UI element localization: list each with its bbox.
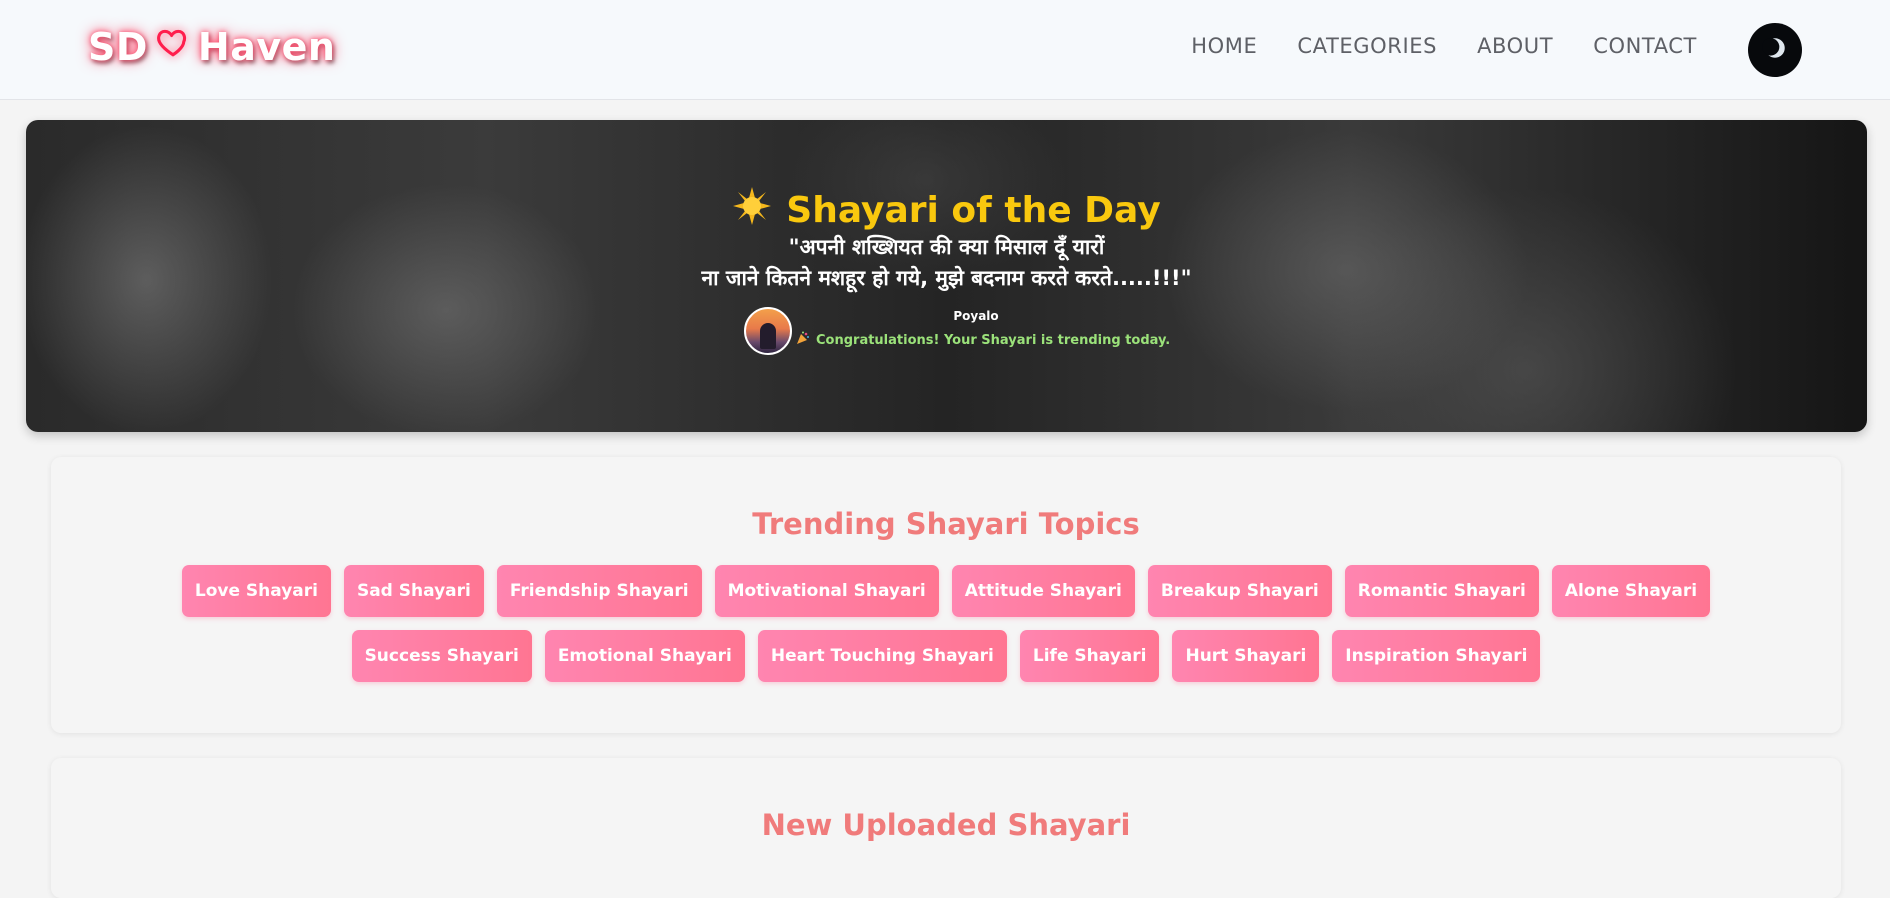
topic-tag-emotional[interactable]: Emotional Shayari [544,630,745,682]
topic-tag-life[interactable]: Life Shayari [1019,630,1160,682]
featured-shayari: "अपनी शख्शियत की क्या मिसाल दूँ यारों ना… [26,232,1867,294]
nav-contact[interactable]: CONTACT [1593,34,1697,58]
author-name[interactable]: Poyalo [796,309,1156,323]
topic-tag-hurt[interactable]: Hurt Shayari [1172,630,1320,682]
main-nav: HOME CATEGORIES ABOUT CONTACT [1151,34,1697,58]
trending-message-text: Congratulations! Your Shayari is trendin… [816,332,1171,348]
shayari-line-1: "अपनी शख्शियत की क्या मिसाल दूँ यारों [788,235,1105,259]
trending-topics-title: Trending Shayari Topics [752,507,1140,541]
topic-tag-breakup[interactable]: Breakup Shayari [1147,565,1332,617]
site-header: SD Haven HOME CATEGORIES ABOUT CONTACT [0,0,1890,100]
hero-title: Shayari of the Day [786,190,1161,231]
new-uploads-title: New Uploaded Shayari [761,808,1131,842]
topic-tag-list: Love Shayari Sad Shayari Friendship Shay… [131,565,1761,682]
topic-tag-friendship[interactable]: Friendship Shayari [496,565,702,617]
topic-tag-heart-touching[interactable]: Heart Touching Shayari [757,630,1007,682]
trending-topics-section: Trending Shayari Topics Love Shayari Sad… [51,457,1841,733]
topic-tag-motivational[interactable]: Motivational Shayari [714,565,939,617]
topic-tag-love[interactable]: Love Shayari [181,565,331,617]
shayari-line-2: ना जाने कितने मशहूर हो गये, मुझे बदनाम क… [701,266,1192,290]
topic-tag-success[interactable]: Success Shayari [351,630,532,682]
topic-tag-sad[interactable]: Sad Shayari [343,565,484,617]
nav-about[interactable]: ABOUT [1477,34,1553,58]
shayari-of-the-day-banner: Shayari of the Day "अपनी शख्शियत की क्या… [26,120,1867,432]
theme-toggle-button[interactable] [1748,23,1802,77]
nav-categories[interactable]: CATEGORIES [1297,34,1437,58]
new-uploads-section: New Uploaded Shayari [51,758,1841,898]
author-avatar[interactable] [744,307,792,355]
party-popper-icon [796,331,810,349]
topic-tag-attitude[interactable]: Attitude Shayari [951,565,1135,617]
site-logo[interactable]: SD Haven [88,24,335,70]
topic-tag-inspiration[interactable]: Inspiration Shayari [1332,630,1541,682]
logo-text-right: Haven [197,25,336,69]
topic-tag-romantic[interactable]: Romantic Shayari [1344,565,1539,617]
trending-message: Congratulations! Your Shayari is trendin… [796,331,1170,349]
moon-icon [1762,35,1788,65]
sun-icon [732,186,772,235]
nav-home[interactable]: HOME [1191,34,1257,58]
logo-text-left: SD [88,25,148,69]
hero-title-row: Shayari of the Day [26,186,1867,235]
topic-tag-alone[interactable]: Alone Shayari [1551,565,1711,617]
heart-icon [156,24,190,58]
author-info: Poyalo Congratulations! Your Shayari is … [744,305,1170,357]
